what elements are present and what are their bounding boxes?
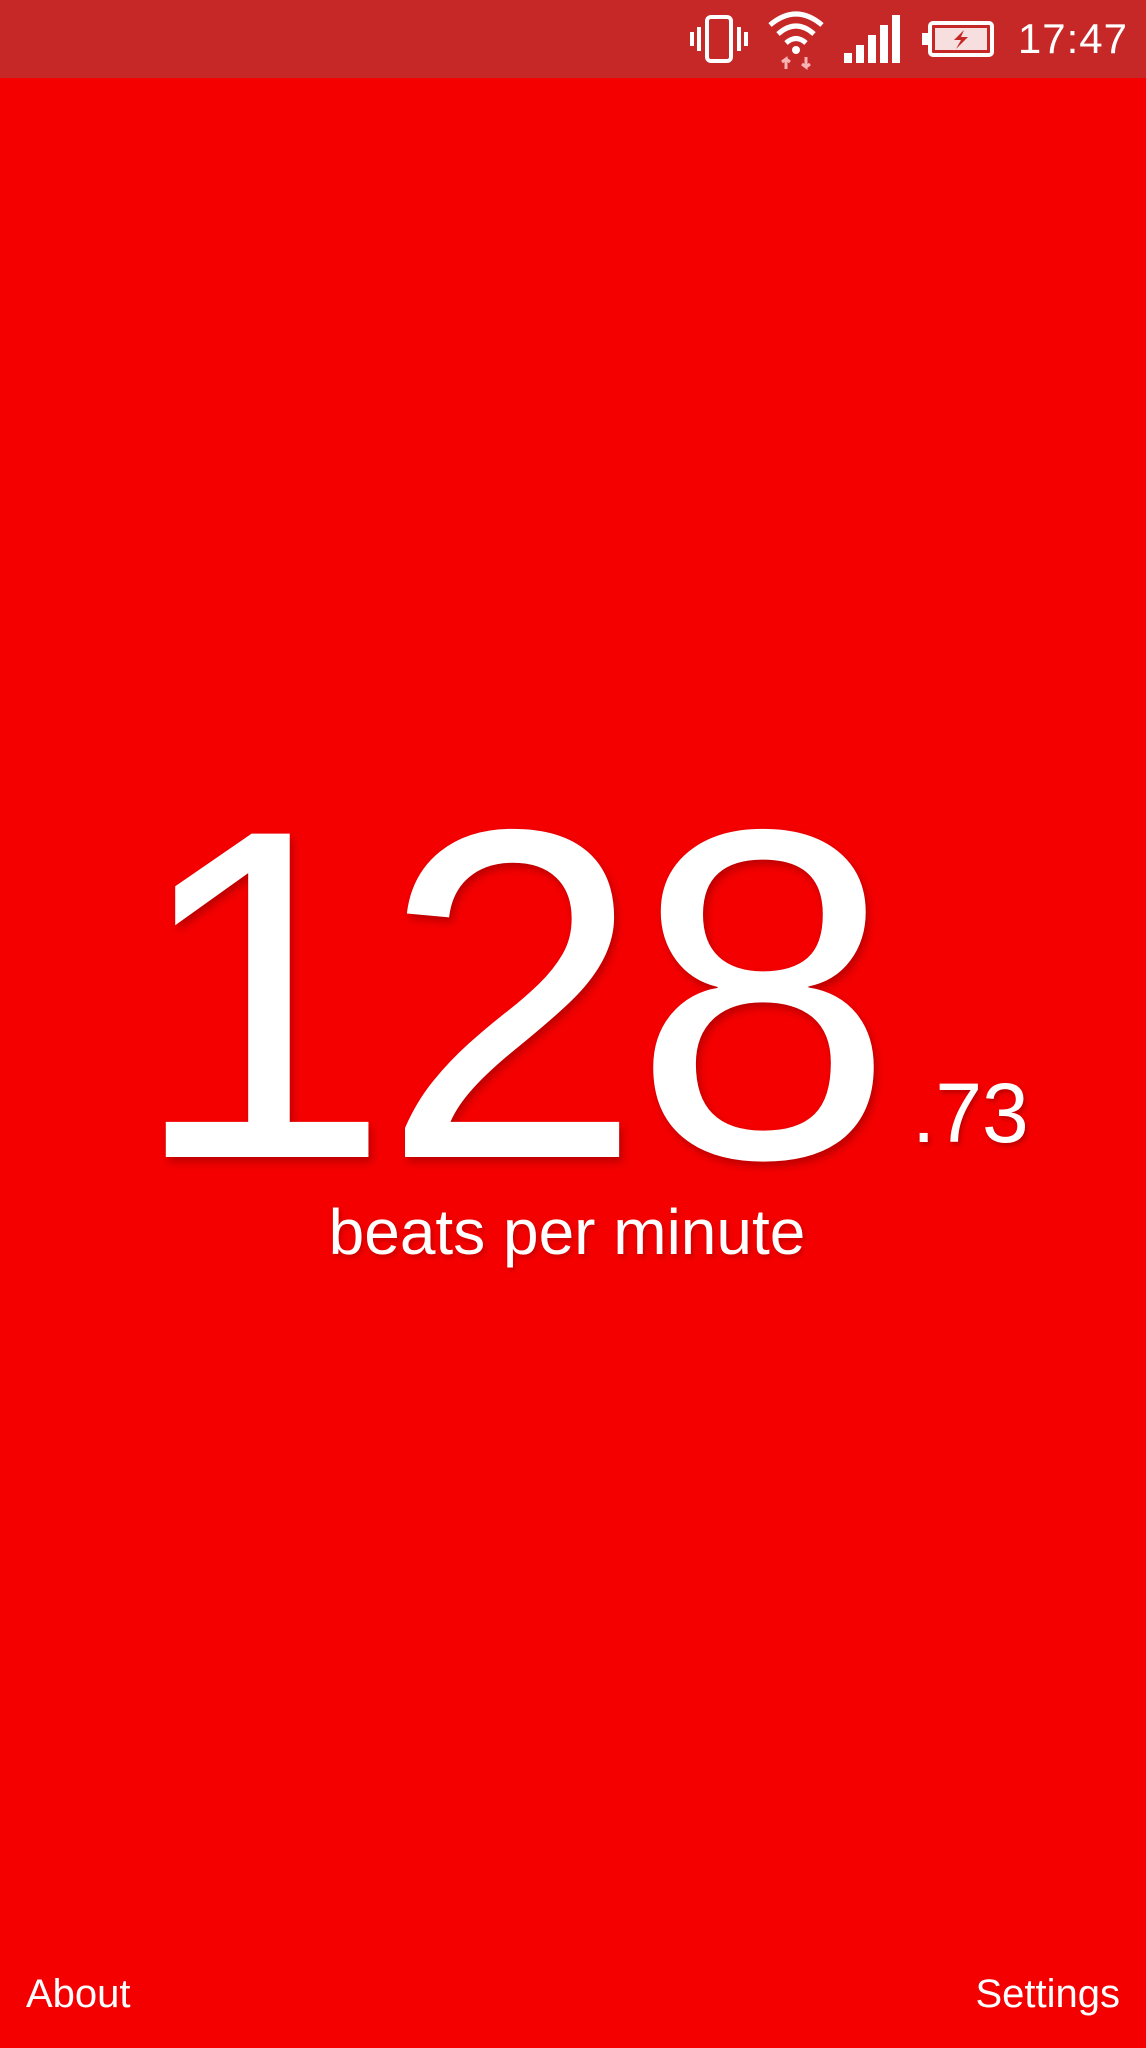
bpm-unit-label: beats per minute xyxy=(328,1196,806,1268)
vibrate-icon xyxy=(689,0,748,78)
wifi-icon xyxy=(766,0,826,78)
bpm-fraction: .73 xyxy=(912,1066,1029,1160)
settings-button[interactable]: Settings xyxy=(975,1972,1120,2017)
status-bar: 17:47 xyxy=(0,0,1146,78)
app-screen: 17:47 128 .73 beats per minute About Set… xyxy=(0,0,1146,2048)
bpm-integer: 128 xyxy=(130,732,894,1257)
signal-icon xyxy=(843,0,904,78)
about-button[interactable]: About xyxy=(26,1972,131,2017)
status-time: 17:47 xyxy=(1017,15,1128,62)
battery-charging-icon xyxy=(921,0,996,78)
